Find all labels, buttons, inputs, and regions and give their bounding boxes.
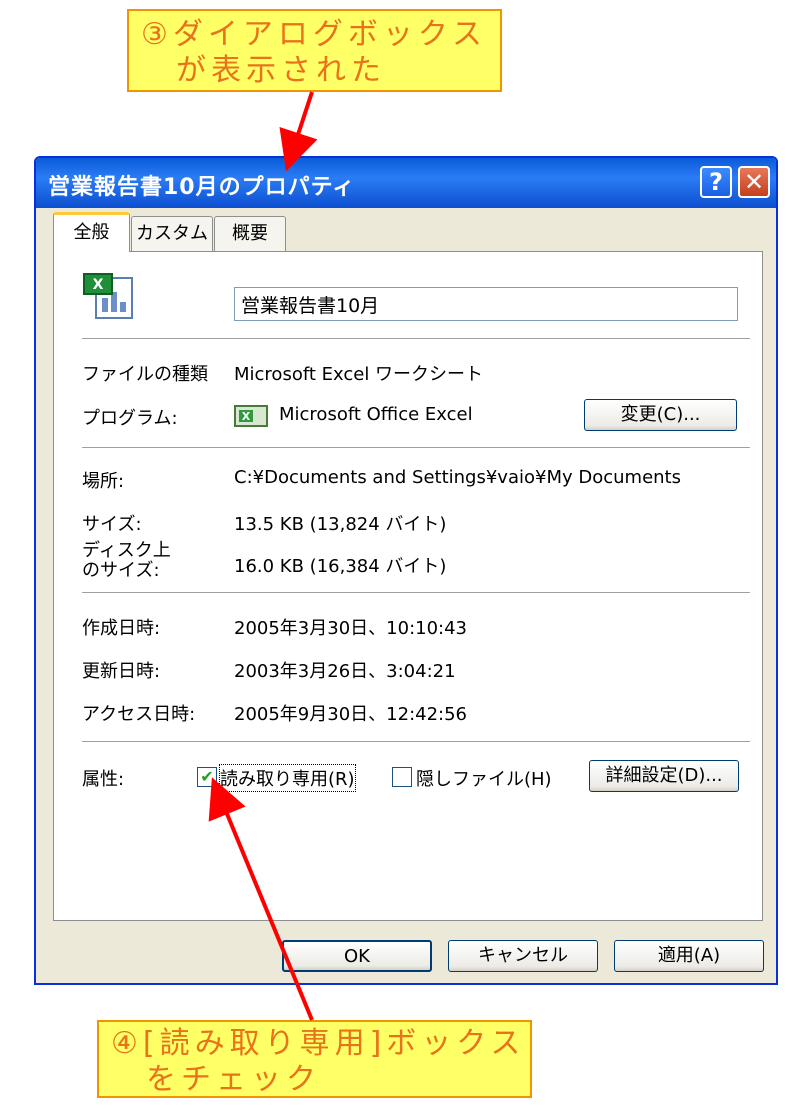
- separator: [82, 741, 750, 743]
- hidden-checkbox[interactable]: [392, 767, 412, 787]
- properties-dialog: 営業報告書10月のプロパティ ? ✕ 全般 カスタム 概要 X ファイルの種類 …: [34, 156, 778, 985]
- callout-bottom-line2: をチェック: [146, 1062, 321, 1097]
- program-value: Microsoft Office Excel: [279, 404, 473, 425]
- excel-program-icon: X: [234, 405, 268, 427]
- tab-custom[interactable]: カスタム: [131, 216, 213, 252]
- disk-size-label: ディスク上 のサイズ:: [82, 541, 171, 581]
- advanced-button[interactable]: 詳細設定(D)...: [589, 760, 739, 792]
- ok-button[interactable]: OK: [282, 940, 432, 972]
- callout-top-line1: ③ダイアログボックス: [141, 17, 487, 52]
- created-label: 作成日時:: [82, 618, 161, 639]
- disk-size-label-line2: のサイズ:: [82, 560, 160, 581]
- tab-summary[interactable]: 概要: [214, 216, 286, 252]
- accessed-value: 2005年9月30日、12:42:56: [234, 704, 468, 725]
- file-type-value: Microsoft Excel ワークシート: [234, 364, 484, 385]
- change-program-button[interactable]: 変更(C)...: [584, 399, 737, 431]
- program-label: プログラム:: [82, 408, 178, 429]
- location-value: C:¥Documents and Settings¥vaio¥My Docume…: [234, 467, 681, 488]
- excel-file-icon: X: [83, 273, 133, 319]
- close-icon: ✕: [743, 168, 765, 196]
- window-title: 営業報告書10月のプロパティ: [48, 175, 356, 200]
- title-bar[interactable]: 営業報告書10月のプロパティ ? ✕: [36, 158, 776, 208]
- file-type-label: ファイルの種類: [82, 364, 208, 385]
- readonly-label[interactable]: 読み取り専用(R): [219, 764, 356, 792]
- callout-bottom-line1: ④[読み取り専用]ボックス: [111, 1026, 526, 1061]
- size-value: 13.5 KB (13,824 バイト): [234, 514, 447, 535]
- apply-button[interactable]: 適用(A): [614, 940, 764, 972]
- svg-text:X: X: [242, 410, 251, 423]
- file-name-input[interactable]: [234, 287, 738, 321]
- help-button[interactable]: ?: [700, 166, 732, 198]
- separator: [82, 447, 750, 449]
- hidden-label[interactable]: 隠しファイル(H): [416, 765, 552, 791]
- callout-check-readonly: ④[読み取り専用]ボックス をチェック: [97, 1020, 532, 1098]
- callout-dialog-shown: ③ダイアログボックス が表示された: [127, 9, 502, 92]
- disk-size-value: 16.0 KB (16,384 バイト): [234, 556, 447, 577]
- separator: [82, 338, 750, 340]
- help-icon: ?: [709, 168, 723, 196]
- accessed-label: アクセス日時:: [82, 704, 196, 725]
- location-label: 場所:: [82, 471, 125, 492]
- size-label: サイズ:: [82, 514, 142, 535]
- callout-top-line2: が表示された: [176, 53, 386, 88]
- check-icon: ✔: [200, 767, 214, 786]
- svg-text:X: X: [93, 277, 104, 293]
- attributes-label: 属性:: [82, 769, 125, 790]
- created-value: 2005年3月30日、10:10:43: [234, 618, 468, 639]
- arrow-to-title: [279, 91, 318, 172]
- separator: [82, 592, 750, 594]
- modified-value: 2003年3月26日、3:04:21: [234, 661, 456, 682]
- disk-size-label-line1: ディスク上: [82, 540, 171, 561]
- readonly-checkbox[interactable]: ✔: [197, 767, 217, 787]
- close-button[interactable]: ✕: [738, 166, 770, 198]
- cancel-button[interactable]: キャンセル: [448, 940, 598, 972]
- tab-general[interactable]: 全般: [53, 212, 130, 252]
- general-tab-panel: X ファイルの種類 Microsoft Excel ワークシート プログラム: …: [53, 251, 763, 921]
- modified-label: 更新日時:: [82, 661, 161, 682]
